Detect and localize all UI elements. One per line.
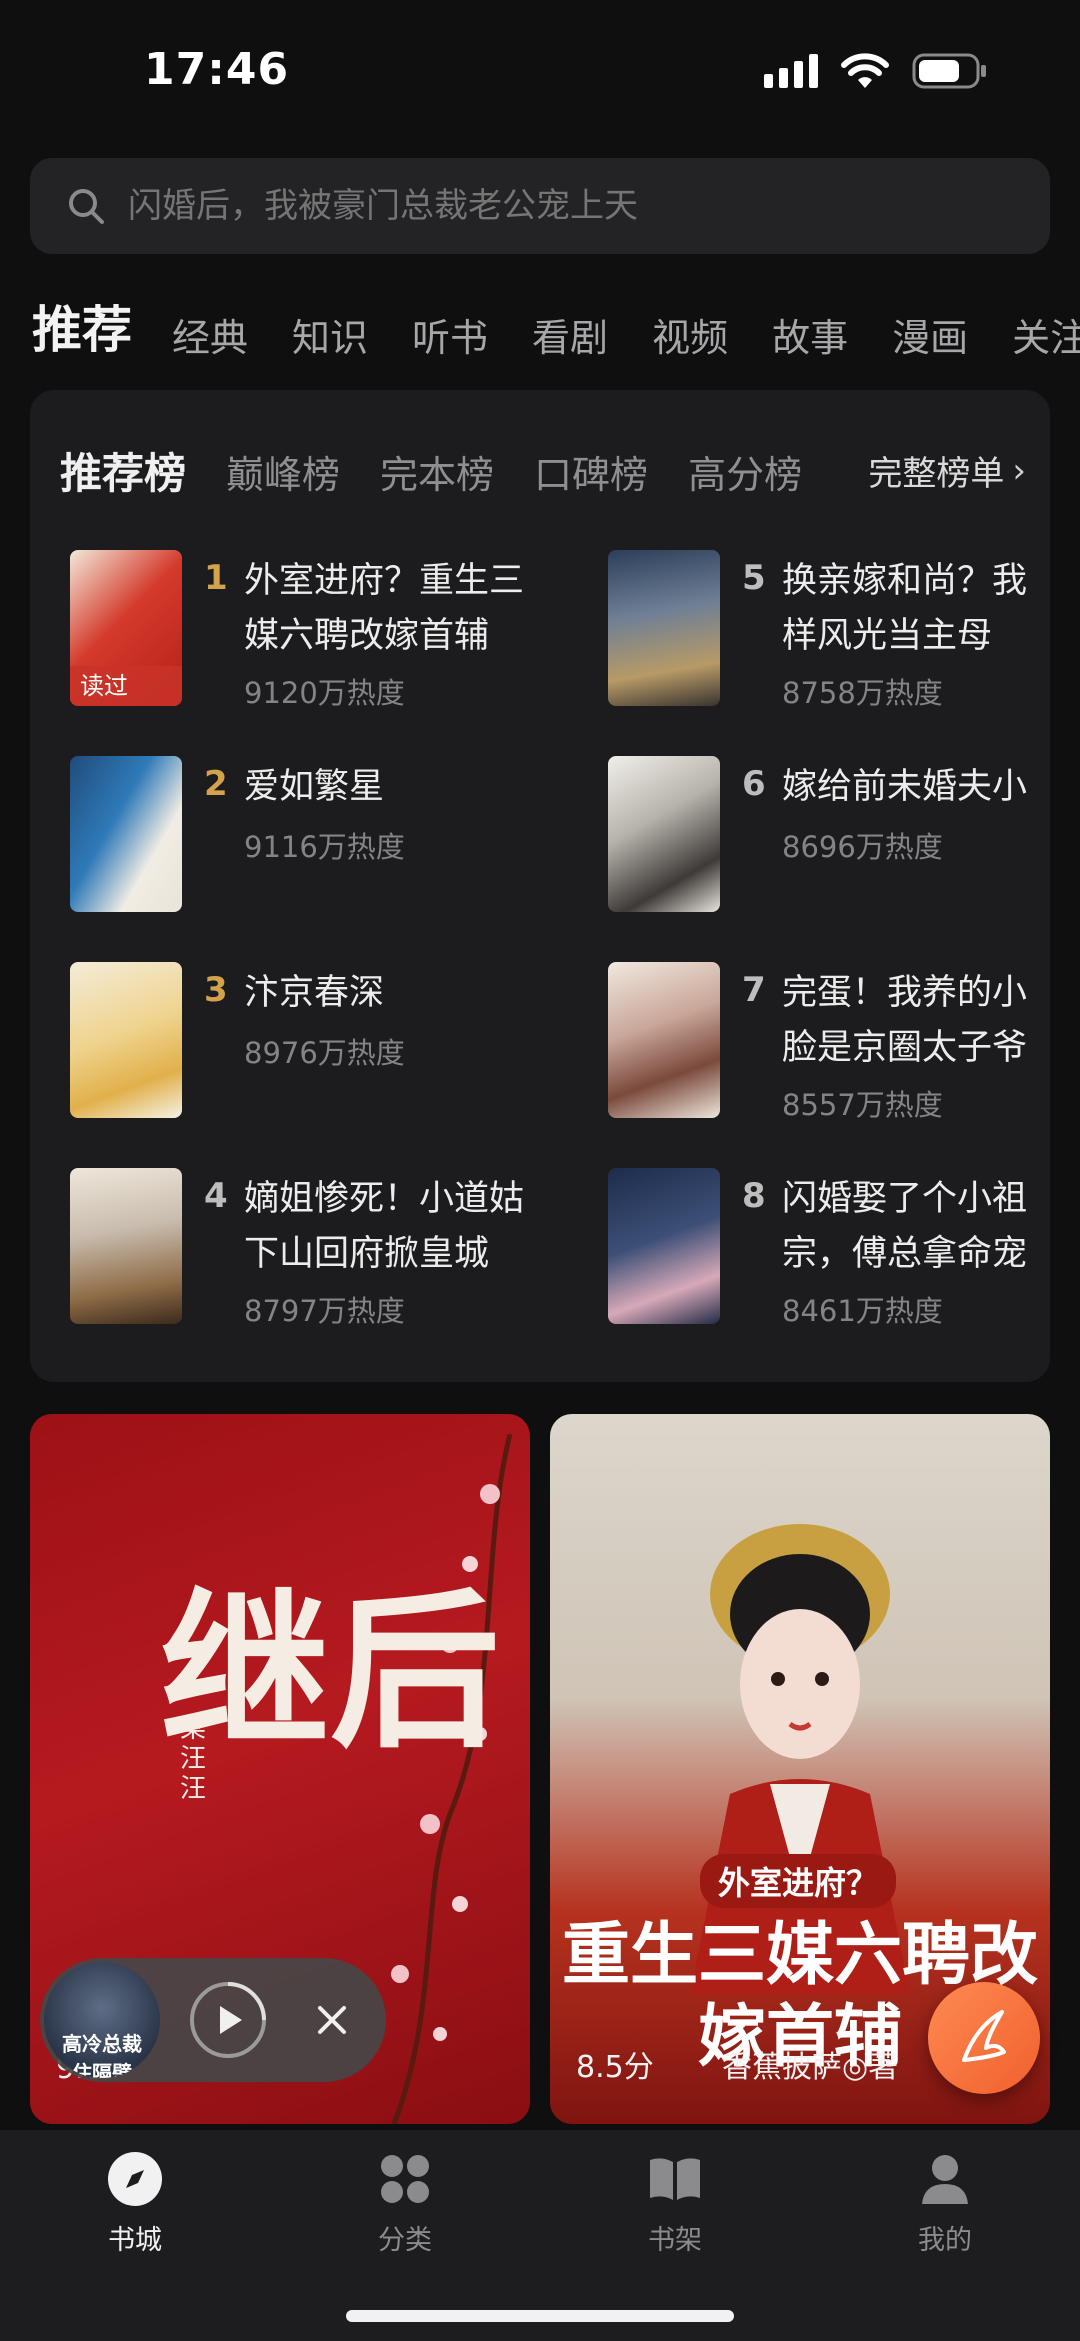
search-input[interactable] bbox=[126, 185, 1050, 227]
tab-drama[interactable]: 看剧 bbox=[532, 307, 608, 360]
ranking-tab-reputation[interactable]: 口碑榜 bbox=[534, 444, 648, 499]
book-cover bbox=[608, 962, 720, 1118]
search-bar[interactable] bbox=[30, 158, 1050, 254]
ranking-tabs: 推荐榜 巅峰榜 完本榜 口碑榜 高分榜 bbox=[60, 440, 860, 500]
book-title: 外室进府？重生三媒六聘改嫁首辅 bbox=[244, 561, 525, 656]
book-cover bbox=[70, 1168, 182, 1324]
ranking-item[interactable]: 7 完蛋！我养的小脸是京圈太子爷 8557万热度 bbox=[608, 962, 1050, 1122]
status-icons bbox=[764, 52, 988, 90]
book-cover bbox=[608, 756, 720, 912]
ranking-item[interactable]: 6 嫁给前未婚夫小 8696万热度 bbox=[608, 756, 1050, 916]
ranking-item[interactable]: 5 换亲嫁和尚？我样风光当主母 8758万热度 bbox=[608, 550, 1050, 710]
read-tag: 读过 bbox=[70, 666, 182, 706]
heat-value: 8557万热度 bbox=[782, 1088, 943, 1122]
book-title: 爱如繁星 bbox=[244, 767, 385, 807]
ranking-item[interactable]: 3 汴京春深 8976万热度 bbox=[70, 962, 570, 1122]
book-score: 8.5分 bbox=[576, 2050, 654, 2085]
tab-follow[interactable]: 关注 bbox=[1012, 307, 1080, 360]
play-icon[interactable] bbox=[188, 1980, 268, 2060]
write-fab-button[interactable] bbox=[928, 1982, 1040, 2094]
rank-number: 4 bbox=[204, 1176, 228, 1216]
heat-value: 8797万热度 bbox=[244, 1294, 405, 1328]
heat-value: 9120万热度 bbox=[244, 676, 405, 710]
app-screen: 17:46 闪婚后，我被豪门总裁老公宠上天 推荐 经典 知识 听书 看剧 视频 … bbox=[0, 0, 1080, 2341]
nav-label: 书城 bbox=[108, 2225, 162, 2256]
tab-knowledge[interactable]: 知识 bbox=[292, 307, 368, 360]
full-list-link[interactable]: 完整榜单 › bbox=[852, 446, 1026, 495]
nav-label: 书架 bbox=[648, 2225, 702, 2256]
category-grid-icon bbox=[381, 2155, 429, 2203]
rank-number: 5 bbox=[742, 558, 766, 598]
profile-icon bbox=[922, 2155, 968, 2204]
book-author: 香蕉披萨◎著 bbox=[722, 2050, 899, 2085]
home-indicator[interactable] bbox=[346, 2310, 734, 2322]
book-shelf-icon bbox=[650, 2158, 700, 2200]
player-cover-title: 高冷总裁住隔壁 bbox=[62, 2032, 142, 2078]
compass-icon bbox=[108, 2152, 162, 2206]
nav-label: 我的 bbox=[918, 2225, 972, 2256]
book-title: 汴京春深 bbox=[244, 973, 385, 1013]
heat-value: 9116万热度 bbox=[244, 830, 405, 864]
ranking-tab-peak[interactable]: 巅峰榜 bbox=[226, 444, 340, 499]
cellular-signal-icon bbox=[764, 54, 818, 88]
ranking-tab-high-score[interactable]: 高分榜 bbox=[688, 444, 802, 499]
category-tabs: 推荐 经典 知识 听书 看剧 视频 故事 漫画 关注 bbox=[32, 290, 1080, 360]
ranking-item[interactable]: 读过 1 外室进府？重生三媒六聘改嫁首辅 9120万热度 bbox=[70, 550, 570, 710]
heat-value: 8696万热度 bbox=[782, 830, 943, 864]
search-icon bbox=[69, 189, 104, 224]
nav-label: 分类 bbox=[378, 2225, 432, 2256]
full-list-label: 完整榜单 bbox=[868, 454, 1005, 494]
book-title: 闪婚娶了个小祖宗，傅总拿命宠 bbox=[782, 1179, 1028, 1274]
status-time: 17:46 bbox=[144, 44, 290, 95]
close-icon[interactable] bbox=[308, 1996, 356, 2044]
nav-category[interactable]: 分类 bbox=[305, 2150, 505, 2257]
tab-video[interactable]: 视频 bbox=[652, 307, 728, 360]
book-cover: 读过 bbox=[70, 550, 182, 706]
book-title: 嫁给前未婚夫小 bbox=[782, 767, 1028, 807]
battery-icon bbox=[912, 52, 988, 90]
ranking-item[interactable]: 4 嫡姐惨死！小道姑下山回府掀皇城 8797万热度 bbox=[70, 1168, 570, 1328]
status-bar: 17:46 bbox=[0, 0, 1080, 140]
rank-number: 6 bbox=[742, 764, 766, 804]
pen-icon bbox=[962, 2010, 1006, 2062]
ranking-card: 推荐榜 巅峰榜 完本榜 口碑榜 高分榜 完整榜单 › 读过 1 外室进府？重生三媒六聘改… bbox=[30, 390, 1050, 1382]
book-title: 换亲嫁和尚？我样风光当主母 bbox=[782, 561, 1028, 656]
cover-author: 菜汪汪 bbox=[180, 1714, 207, 1804]
heat-value: 8976万热度 bbox=[244, 1036, 405, 1070]
ranking-item[interactable]: 8 闪婚娶了个小祖宗，傅总拿命宠 8461万热度 bbox=[608, 1168, 1050, 1328]
heat-value: 8758万热度 bbox=[782, 676, 943, 710]
book-cover bbox=[70, 756, 182, 912]
nav-bookstore[interactable]: 书城 bbox=[35, 2150, 235, 2257]
ranking-tab-completed[interactable]: 完本榜 bbox=[380, 444, 494, 499]
rank-number: 8 bbox=[742, 1176, 766, 1216]
ranking-tab-recommend[interactable]: 推荐榜 bbox=[60, 440, 186, 500]
book-cover bbox=[608, 1168, 720, 1324]
book-title: 完蛋！我养的小脸是京圈太子爷 bbox=[782, 973, 1028, 1068]
book-cover bbox=[608, 550, 720, 706]
tab-story[interactable]: 故事 bbox=[772, 307, 848, 360]
cover-subtitle: 外室进府？ bbox=[700, 1854, 897, 1908]
wifi-icon bbox=[840, 52, 890, 90]
ranking-item[interactable]: 2 爱如繁星 9116万热度 bbox=[70, 756, 570, 916]
rank-number: 3 bbox=[204, 970, 228, 1010]
chevron-right-icon: › bbox=[1012, 450, 1026, 491]
heat-value: 8461万热度 bbox=[782, 1294, 943, 1328]
book-cover bbox=[70, 962, 182, 1118]
rank-number: 1 bbox=[204, 558, 228, 598]
nav-bookshelf[interactable]: 书架 bbox=[575, 2150, 775, 2257]
nav-profile[interactable]: 我的 bbox=[845, 2150, 1045, 2257]
rank-number: 2 bbox=[204, 764, 228, 804]
tab-audiobook[interactable]: 听书 bbox=[412, 307, 488, 360]
tab-classic[interactable]: 经典 bbox=[172, 307, 248, 360]
tab-comics[interactable]: 漫画 bbox=[892, 307, 968, 360]
audio-mini-player[interactable]: 高冷总裁住隔壁 bbox=[40, 1958, 386, 2082]
tab-recommend[interactable]: 推荐 bbox=[32, 290, 132, 360]
rank-number: 7 bbox=[742, 970, 766, 1010]
book-title: 嫡姐惨死！小道姑下山回府掀皇城 bbox=[244, 1179, 525, 1274]
player-cover[interactable]: 高冷总裁住隔壁 bbox=[44, 1962, 160, 2078]
